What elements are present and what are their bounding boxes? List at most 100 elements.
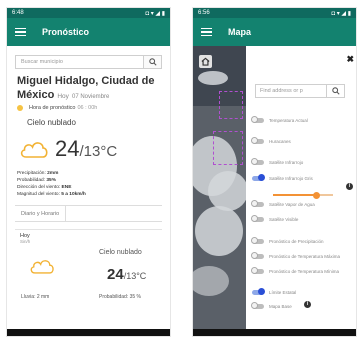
toggle-knob	[251, 302, 258, 309]
forecast-hour-value: 06 : 00h	[77, 105, 98, 111]
layer-toggle[interactable]	[252, 288, 265, 295]
municipality-search: Buscar municipio	[15, 55, 162, 69]
layer-label: Límite Estatal	[269, 289, 297, 295]
address-search-button[interactable]	[326, 85, 344, 97]
layers-panel: ✖ Find address or p Temperatura Actual Hu…	[246, 46, 356, 331]
slider-thumb[interactable]	[312, 191, 320, 199]
system-nav-bar	[7, 329, 170, 336]
layer-label: Pronóstico de Temperatura Máxima	[269, 253, 340, 259]
system-nav-bar	[193, 329, 356, 336]
layer-label: Satélite Infrarrojo Gris	[269, 175, 313, 181]
card-rain: Lluvia: 2 mm	[21, 294, 50, 300]
slider-fill	[273, 194, 317, 196]
layer-toggle[interactable]	[251, 116, 264, 123]
current-temperature: 24/13°C	[55, 136, 118, 161]
detail-precipitation: Precipitación: 2mm	[17, 171, 59, 176]
cloud-icon	[20, 142, 48, 158]
layer-row[interactable]: Límite Estatal	[252, 287, 296, 297]
layer-row[interactable]: Mapa Base	[251, 301, 292, 311]
cloud-layer	[195, 206, 243, 256]
info-icon[interactable]: i	[346, 183, 353, 190]
detail-wind-magnitude: Magnitud del viento: 5 a 10km/h	[17, 192, 86, 197]
toggle-knob	[251, 200, 258, 207]
card-temperature: 24/13°C	[107, 266, 147, 283]
layer-row[interactable]: Pronóstico de Temperatura Mínima	[251, 266, 339, 276]
toggle-knob	[251, 137, 258, 144]
search-input[interactable]: Buscar municipio	[16, 59, 143, 65]
layer-toggle[interactable]	[251, 200, 264, 207]
search-button[interactable]	[143, 56, 161, 68]
layer-label: Satélite Vapor de Agua	[269, 201, 315, 207]
info-icon[interactable]: i	[304, 301, 311, 308]
search-icon	[331, 87, 340, 95]
state-boundary	[219, 91, 243, 119]
condition-text: Cielo nublado	[27, 118, 76, 127]
layer-label: Pronóstico de Precipitación	[269, 238, 324, 244]
date-value: 07 Noviembre	[71, 94, 110, 100]
close-icon[interactable]: ✖	[346, 54, 354, 65]
layer-toggle[interactable]	[251, 137, 264, 144]
cloud-layer	[208, 171, 246, 211]
home-icon	[201, 57, 210, 66]
layer-row[interactable]: Satélite Visible	[251, 214, 299, 224]
layer-row[interactable]: Pronóstico de Temperatura Máxima	[251, 251, 340, 261]
weather-details: Precipitación: 2mm Probabilidad: 35% Dir…	[17, 170, 170, 198]
date-label: Hoy	[57, 93, 69, 100]
map-screen: 6:56 ◘ ▾ ◢ ▮ Mapa ✖ Find address or p Te…	[192, 7, 357, 337]
layer-row[interactable]: Satélite Vapor de Agua	[251, 199, 315, 209]
toggle-knob	[251, 267, 258, 274]
layer-toggle[interactable]	[251, 267, 264, 274]
forecast-hour-selector[interactable]: Hora de pronóstico 06 : 00h	[17, 105, 160, 111]
layer-toggle[interactable]	[251, 215, 264, 222]
layer-row[interactable]: Satélite Infrarrojo Gris	[252, 173, 313, 183]
address-input[interactable]: Find address or p	[256, 88, 326, 94]
address-search: Find address or p	[255, 84, 345, 98]
detail-wind-direction: Dirección del viento: ENE	[17, 185, 72, 190]
detail-probability: Probabilidad: 35%	[17, 178, 56, 183]
menu-icon[interactable]	[201, 26, 212, 39]
layer-row[interactable]: Temperatura Actual	[251, 115, 308, 125]
forecast-hour-label: Hora de pronóstico	[29, 105, 76, 111]
forecast-tabs: Diario y Horario	[15, 205, 162, 222]
card-probability: Probabilidad: 35 %	[99, 294, 141, 300]
layer-row[interactable]: Satélite Infrarrojo	[251, 157, 304, 167]
city-name: Miguel Hidalgo, Ciudad de México Hoy 07 …	[17, 74, 160, 104]
card-condition: Cielo nublado	[99, 249, 142, 256]
layer-toggle[interactable]	[251, 237, 264, 244]
toggle-knob	[251, 116, 258, 123]
layer-label: Temperatura Actual	[269, 117, 308, 123]
status-icons: ◘ ▾ ◢ ▮	[145, 10, 165, 17]
opacity-slider[interactable]	[273, 191, 333, 199]
layer-row[interactable]: Huracanes	[251, 136, 291, 146]
state-boundary	[213, 131, 243, 165]
menu-icon[interactable]	[15, 26, 26, 39]
cloud-layer	[198, 71, 228, 85]
status-icons: ◘ ▾ ◢ ▮	[331, 10, 351, 17]
app-bar: Mapa	[193, 18, 356, 46]
toggle-knob	[251, 215, 258, 222]
layer-row[interactable]: Pronóstico de Precipitación	[251, 236, 324, 246]
page-title: Mapa	[228, 27, 252, 37]
toggle-knob	[251, 237, 258, 244]
layer-toggle[interactable]	[251, 302, 264, 309]
layer-label: Satélite Visible	[269, 216, 299, 222]
toggle-knob	[251, 252, 258, 259]
card-subtitle: Sin/h	[20, 239, 31, 244]
weather-map[interactable]	[193, 46, 246, 331]
status-bar: 6:48 ◘ ▾ ◢ ▮	[7, 8, 170, 18]
cloud-layer	[193, 266, 229, 296]
temperature-row: 24/13°C	[19, 136, 170, 162]
layer-label: Satélite Infrarrojo	[269, 159, 304, 165]
layer-label: Pronóstico de Temperatura Mínima	[269, 268, 339, 274]
forecast-card[interactable]: Hoy Sin/h Cielo nublado 24/13°C Lluvia: …	[15, 229, 162, 309]
layer-toggle[interactable]	[251, 158, 264, 165]
layer-toggle[interactable]	[252, 174, 265, 181]
tab-daily-hourly[interactable]: Diario y Horario	[15, 206, 67, 221]
layer-toggle[interactable]	[251, 252, 264, 259]
cloud-icon	[30, 260, 54, 274]
status-time: 6:56	[198, 10, 210, 16]
sun-icon	[17, 105, 23, 111]
home-button[interactable]	[199, 55, 212, 68]
toggle-knob	[258, 288, 265, 295]
app-bar: Pronóstico	[7, 18, 170, 46]
